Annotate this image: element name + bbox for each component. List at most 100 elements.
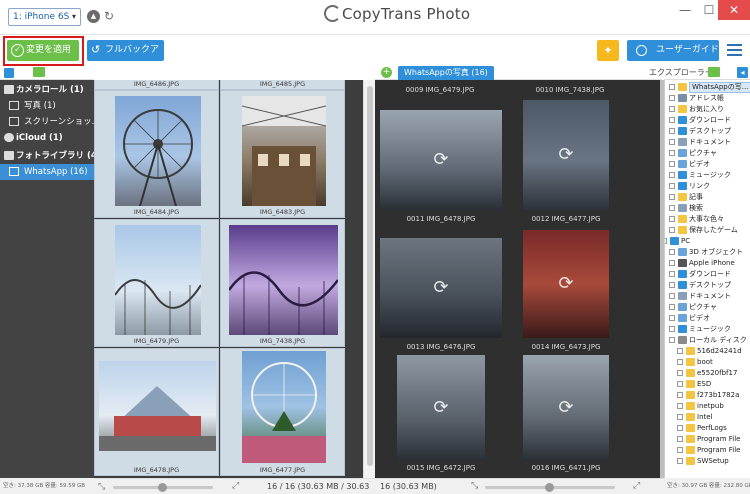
shrink-icon[interactable]: ⤡ bbox=[471, 481, 478, 491]
user-guide-button[interactable]: ユーザーガイド bbox=[627, 40, 719, 61]
album-photo-tile[interactable]: ⟳ 0016 IMG_6471.JPG bbox=[523, 355, 609, 472]
rotate-icon[interactable]: ⟳ bbox=[555, 144, 577, 166]
explorer-row[interactable]: ドキュメント bbox=[665, 291, 750, 302]
expand-checkbox[interactable] bbox=[665, 238, 667, 244]
expand-checkbox[interactable] bbox=[669, 282, 675, 288]
album-photo-tile[interactable]: ⟳ 0011 IMG_6478.JPG bbox=[380, 110, 502, 223]
expand-checkbox[interactable] bbox=[669, 139, 675, 145]
rotate-icon[interactable]: ⟳ bbox=[430, 397, 452, 419]
explorer-row[interactable]: ダウンロード bbox=[665, 269, 750, 280]
expand-checkbox[interactable] bbox=[669, 315, 675, 321]
explorer-row[interactable]: ミュージック bbox=[665, 170, 750, 181]
expand-checkbox[interactable] bbox=[669, 337, 675, 343]
expand-checkbox[interactable] bbox=[669, 117, 675, 123]
close-button[interactable]: ✕ bbox=[718, 0, 750, 20]
explorer-row[interactable]: ミュージック bbox=[665, 324, 750, 335]
expand-icon[interactable]: ⤢ bbox=[232, 481, 239, 491]
add-photos-icon[interactable]: + bbox=[381, 67, 392, 78]
explorer-row[interactable]: ピクチャ bbox=[665, 148, 750, 159]
tips-button[interactable]: ✦ bbox=[597, 40, 619, 61]
hamburger-menu-icon[interactable] bbox=[727, 44, 742, 56]
expand-checkbox[interactable] bbox=[669, 249, 675, 255]
explorer-row[interactable]: e5520fbf17 bbox=[665, 368, 750, 379]
explorer-row[interactable]: PC bbox=[665, 236, 750, 247]
explorer-row[interactable]: ビデオ bbox=[665, 313, 750, 324]
explorer-row[interactable]: PerfLogs bbox=[665, 423, 750, 434]
minimize-button[interactable]: — bbox=[673, 0, 697, 20]
explorer-row[interactable]: アドレス帳 bbox=[665, 93, 750, 104]
expand-checkbox[interactable] bbox=[677, 381, 683, 387]
explorer-row[interactable]: Program File bbox=[665, 445, 750, 456]
scrollbar-thumb[interactable] bbox=[367, 86, 373, 466]
eject-icon[interactable]: ▲ bbox=[87, 10, 100, 23]
album-photo-tile[interactable]: ⟳ 0012 IMG_6477.JPG bbox=[523, 100, 609, 223]
album-photo-tile[interactable]: 0009 IMG_6479.JPG bbox=[375, 80, 505, 98]
expand-checkbox[interactable] bbox=[669, 183, 675, 189]
expand-checkbox[interactable] bbox=[677, 359, 683, 365]
album-thumbnail-size-slider[interactable] bbox=[485, 483, 615, 492]
slider-knob[interactable] bbox=[158, 483, 167, 492]
collapse-explorer-icon[interactable]: ◂ bbox=[737, 67, 748, 78]
expand-checkbox[interactable] bbox=[677, 414, 683, 420]
expand-checkbox[interactable] bbox=[669, 293, 675, 299]
explorer-row[interactable]: inetpub bbox=[665, 401, 750, 412]
explorer-row[interactable]: 大事な色々 bbox=[665, 214, 750, 225]
explorer-row[interactable]: Apple iPhone bbox=[665, 258, 750, 269]
expand-checkbox[interactable] bbox=[669, 84, 675, 90]
photo-tile[interactable]: IMG_7438.JPG bbox=[220, 219, 345, 347]
sidebar-item-camera-roll[interactable]: カメラロール (1) bbox=[0, 82, 94, 98]
shrink-icon[interactable]: ⤡ bbox=[98, 482, 105, 492]
rotate-icon[interactable]: ⟳ bbox=[430, 149, 452, 171]
expand-checkbox[interactable] bbox=[677, 392, 683, 398]
expand-checkbox[interactable] bbox=[669, 205, 675, 211]
expand-checkbox[interactable] bbox=[677, 458, 683, 464]
explorer-row[interactable]: ピクチャ bbox=[665, 302, 750, 313]
explorer-row[interactable]: お気に入り bbox=[665, 104, 750, 115]
explorer-row[interactable]: 516d24241d bbox=[665, 346, 750, 357]
explorer-row[interactable]: 検索 bbox=[665, 203, 750, 214]
photo-tile[interactable]: IMG_6483.JPG bbox=[220, 90, 345, 218]
new-folder-icon[interactable] bbox=[708, 67, 720, 77]
expand-checkbox[interactable] bbox=[669, 161, 675, 167]
refresh-icon[interactable]: ↻ bbox=[104, 9, 117, 23]
expand-checkbox[interactable] bbox=[677, 403, 683, 409]
explorer-row[interactable]: SWSetup bbox=[665, 456, 750, 467]
album-photo-tile[interactable]: ⟳ 0015 IMG_6472.JPG bbox=[397, 355, 485, 472]
explorer-row[interactable]: Program File bbox=[665, 434, 750, 445]
slider-knob[interactable] bbox=[545, 483, 554, 492]
photo-tile[interactable]: IMG_6479.JPG bbox=[94, 219, 219, 347]
rotate-icon[interactable]: ⟳ bbox=[555, 273, 577, 295]
device-grid-scrollbar[interactable] bbox=[363, 80, 375, 478]
expand-checkbox[interactable] bbox=[677, 447, 683, 453]
explorer-row[interactable]: 3D オブジェクト bbox=[665, 247, 750, 258]
expand-checkbox[interactable] bbox=[677, 425, 683, 431]
explorer-row[interactable]: boot bbox=[665, 357, 750, 368]
sidebar-item-photos[interactable]: 写真 (1) bbox=[0, 98, 94, 114]
photo-tile[interactable]: IMG_6477.JPG bbox=[220, 348, 345, 476]
photo-tile[interactable]: IMG_6485.JPG bbox=[220, 80, 345, 90]
expand-checkbox[interactable] bbox=[669, 172, 675, 178]
tab-whatsapp-album[interactable]: WhatsAppの写真 (16) bbox=[398, 66, 494, 80]
rotate-icon[interactable]: ⟳ bbox=[555, 397, 577, 419]
explorer-row[interactable]: デスクトップ bbox=[665, 280, 750, 291]
rotate-icon[interactable]: ⟳ bbox=[430, 277, 452, 299]
explorer-row[interactable]: ビデオ bbox=[665, 159, 750, 170]
photo-tile[interactable]: IMG_6484.JPG bbox=[94, 90, 219, 218]
sidebar-item-whatsapp[interactable]: WhatsApp (16) bbox=[0, 164, 94, 180]
explorer-row[interactable]: f273b1782a bbox=[665, 390, 750, 401]
expand-checkbox[interactable] bbox=[669, 194, 675, 200]
apply-changes-button[interactable]: ✓ 変更を適用 bbox=[7, 40, 79, 61]
expand-checkbox[interactable] bbox=[677, 436, 683, 442]
photo-tile[interactable]: IMG_6486.JPG bbox=[94, 80, 219, 90]
expand-checkbox[interactable] bbox=[677, 370, 683, 376]
expand-checkbox[interactable] bbox=[669, 95, 675, 101]
explorer-row[interactable]: デスクトップ bbox=[665, 126, 750, 137]
expand-checkbox[interactable] bbox=[669, 271, 675, 277]
photo-tile[interactable]: IMG_6478.JPG bbox=[94, 348, 219, 476]
explorer-row[interactable]: 保存したゲーム bbox=[665, 225, 750, 236]
album-photo-tile[interactable]: ⟳ 0014 IMG_6473.JPG bbox=[523, 230, 609, 351]
sidebar-item-screenshots[interactable]: スクリーンショッ... bbox=[0, 114, 94, 130]
expand-checkbox[interactable] bbox=[677, 348, 683, 354]
expand-checkbox[interactable] bbox=[669, 150, 675, 156]
full-backup-button[interactable]: ↺ フルバックアップ bbox=[87, 40, 164, 76]
